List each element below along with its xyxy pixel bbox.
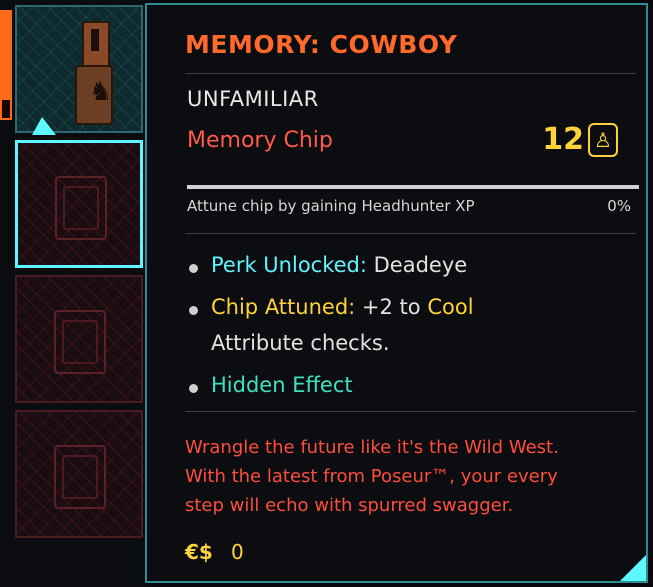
perk-value: Deadeye bbox=[373, 253, 468, 277]
lore-line: Wrangle the future like it's the Wild We… bbox=[185, 437, 559, 458]
equipped-marker bbox=[0, 10, 12, 120]
chip-slot-3[interactable] bbox=[15, 275, 143, 403]
chip-attuned-value: +2 to bbox=[361, 295, 421, 319]
item-level: 12 bbox=[542, 122, 584, 157]
perk-line: Perk Unlocked: Deadeye bbox=[211, 253, 467, 277]
person-icon: ♙ bbox=[588, 123, 618, 157]
chip-attuned-line: Chip Attuned: +2 to Cool bbox=[211, 295, 474, 319]
chip-slot-icon bbox=[54, 445, 106, 509]
item-price: 0 bbox=[231, 540, 244, 564]
divider bbox=[185, 411, 636, 412]
item-type: Memory Chip bbox=[187, 128, 333, 153]
attribute-name: Cool bbox=[427, 295, 474, 319]
attune-text: Attune chip by gaining Headhunter XP bbox=[187, 197, 475, 215]
selection-pointer-icon bbox=[32, 117, 56, 135]
item-rarity: UNFAMILIAR bbox=[187, 87, 319, 111]
chip-attuned-continuation: Attribute checks. bbox=[211, 331, 390, 355]
attune-progress-bar bbox=[187, 185, 639, 189]
chip-slot-icon bbox=[55, 176, 107, 240]
item-name: MEMORY: COWBOY bbox=[185, 30, 458, 59]
bullet-icon bbox=[189, 264, 198, 273]
divider bbox=[185, 73, 636, 74]
lore-line: step will echo with spurred swagger. bbox=[185, 495, 514, 516]
eurodollar-icon: €$ bbox=[185, 540, 213, 564]
bullet-icon bbox=[189, 306, 198, 315]
chip-slot-4[interactable] bbox=[15, 410, 143, 538]
chip-slot-icon bbox=[54, 310, 106, 374]
chip-slot-1[interactable]: ♞ bbox=[15, 5, 143, 133]
hidden-effect: Hidden Effect bbox=[211, 373, 353, 397]
divider bbox=[185, 233, 636, 234]
item-lore: Wrangle the future like it's the Wild We… bbox=[185, 433, 625, 520]
chip-slot-2[interactable] bbox=[15, 140, 143, 268]
attune-percent: 0% bbox=[607, 197, 631, 215]
chip-attuned-label: Chip Attuned: bbox=[211, 295, 356, 319]
bullet-icon bbox=[189, 384, 198, 393]
perk-label: Perk Unlocked: bbox=[211, 253, 367, 277]
lore-line: With the latest from Poseur™, your every bbox=[185, 466, 558, 487]
memory-shard-icon: ♞ bbox=[75, 21, 113, 125]
attune-progress-fill bbox=[187, 185, 639, 189]
chip-slot-column: ♞ bbox=[0, 0, 145, 587]
item-tooltip: MEMORY: COWBOY UNFAMILIAR Memory Chip 12… bbox=[145, 3, 648, 583]
panel-corner-decoration bbox=[620, 555, 646, 581]
